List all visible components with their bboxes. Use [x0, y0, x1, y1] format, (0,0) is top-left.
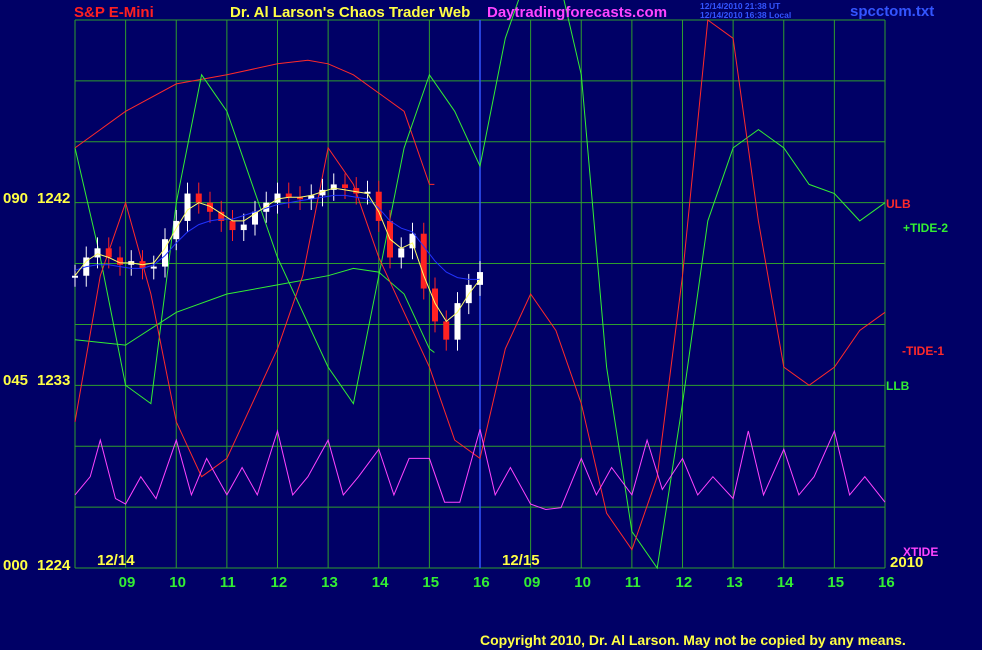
- y-price-1224: 1224: [37, 557, 71, 574]
- y-scale-000: 000: [3, 557, 28, 574]
- legend-llb: LLB: [886, 379, 910, 393]
- copyright: Copyright 2010, Dr. Al Larson. May not b…: [480, 632, 906, 648]
- chart-canvas: S&P E-Mini Dr. Al Larson's Chaos Trader …: [0, 0, 982, 650]
- price-bar: [94, 248, 101, 258]
- price-bar: [240, 224, 247, 231]
- price-bar: [72, 275, 78, 278]
- price-bar: [173, 220, 180, 240]
- x-tick-label: 12: [676, 574, 693, 591]
- y-price-1233: 1233: [37, 372, 70, 389]
- chart-title: Dr. Al Larson's Chaos Trader Web: [230, 4, 470, 21]
- x-tick-label: 16: [473, 574, 490, 591]
- price-bar: [150, 266, 157, 269]
- date-label-1215: 12/15: [502, 552, 540, 569]
- x-tick-label: 13: [726, 574, 743, 591]
- price-bar: [184, 193, 191, 221]
- x-tick-label: 14: [777, 574, 794, 591]
- x-tick-label: 10: [169, 574, 186, 591]
- x-tick-label: 16: [878, 574, 895, 591]
- date-label-1214: 12/14: [97, 552, 135, 569]
- symbol-label: S&P E-Mini: [74, 4, 154, 21]
- price-bar: [105, 248, 112, 258]
- x-tick-label: 13: [321, 574, 338, 591]
- file-name: spcctom.txt: [850, 3, 934, 20]
- legend-tide-1: -TIDE-1: [902, 344, 944, 358]
- y-price-1242: 1242: [37, 190, 70, 207]
- x-tick-label: 10: [574, 574, 591, 591]
- legend-ulb: ULB: [886, 197, 911, 211]
- x-tick-label: 15: [827, 574, 844, 591]
- price-bar: [353, 188, 360, 194]
- site-link[interactable]: Daytradingforecasts.com: [487, 4, 667, 21]
- price-bar: [195, 193, 202, 203]
- price-bar: [342, 184, 348, 189]
- y-scale-045: 045: [3, 372, 28, 389]
- x-tick-label: 11: [625, 574, 641, 591]
- price-bar: [398, 248, 405, 258]
- legend-xtide: XTIDE: [903, 545, 938, 559]
- x-tick-label: 09: [524, 574, 541, 591]
- price-bar: [285, 193, 292, 198]
- x-tick-label: 14: [372, 574, 389, 591]
- x-tick-label: 09: [119, 574, 136, 591]
- x-tick-label: 12: [271, 574, 288, 591]
- price-bar: [117, 257, 123, 265]
- price-bar: [409, 233, 416, 249]
- y-scale-090: 090: [3, 190, 28, 207]
- x-tick-label: 11: [220, 574, 236, 591]
- legend-tide-2: +TIDE-2: [903, 221, 948, 235]
- price-bar: [274, 193, 281, 203]
- x-tick-label: 15: [422, 574, 439, 591]
- price-bar: [443, 321, 450, 340]
- price-bar: [229, 220, 236, 231]
- time-local: 12/14/2010 16:38 Local: [700, 10, 791, 20]
- price-bar: [432, 288, 438, 322]
